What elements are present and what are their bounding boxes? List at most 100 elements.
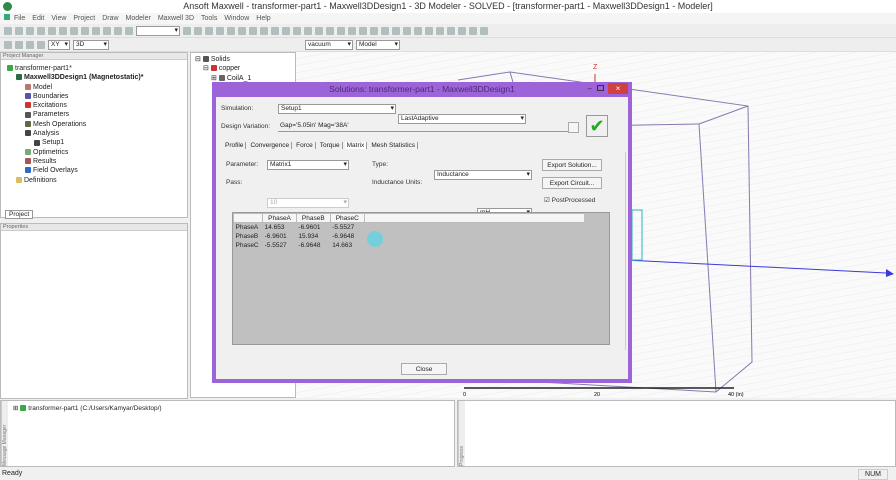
toolbar-icon[interactable] xyxy=(315,26,323,35)
tree-item[interactable]: Mesh Operations xyxy=(7,120,187,129)
tree-item[interactable]: Boundaries xyxy=(7,92,187,101)
toolbar-icon[interactable] xyxy=(92,26,100,35)
tab-matrix[interactable]: Matrix xyxy=(344,142,368,149)
toolbar-icon[interactable] xyxy=(37,40,45,49)
toolbar-icon[interactable] xyxy=(392,26,400,35)
tree-item[interactable]: Field Overlays xyxy=(7,166,187,175)
toolbar-icon[interactable] xyxy=(480,26,488,35)
tree-item[interactable]: Maxwell3DDesign1 (Magnetostatic)* xyxy=(7,73,187,82)
toolbar-icon[interactable] xyxy=(183,26,191,35)
toolbar-icon[interactable] xyxy=(249,26,257,35)
toolbar-icon[interactable] xyxy=(26,40,34,49)
export-solution-button[interactable]: Export Solution... xyxy=(542,159,602,171)
toolbar-icon[interactable] xyxy=(81,26,89,35)
toolbar-icon[interactable] xyxy=(70,26,78,35)
postprocessed-checkbox[interactable]: ☑ PostProcessed xyxy=(544,196,595,204)
toolbar-icon[interactable] xyxy=(381,26,389,35)
toolbar-icon[interactable] xyxy=(15,40,23,49)
material-select[interactable]: vacuum xyxy=(305,39,353,50)
message-item[interactable]: ⊞ transformer-part1 (C:/Users/Kamyar/Des… xyxy=(13,404,162,412)
menu-maxwell-3d[interactable]: Maxwell 3D xyxy=(158,15,194,22)
menu-draw[interactable]: Draw xyxy=(102,15,118,22)
tab-project[interactable]: Project xyxy=(5,210,34,219)
tab-torque[interactable]: Torque xyxy=(318,142,343,149)
toolbar-icon[interactable] xyxy=(26,26,34,35)
close-button[interactable]: Close xyxy=(401,363,447,375)
toolbar-icon[interactable] xyxy=(359,26,367,35)
toolbar-icon[interactable] xyxy=(48,26,56,35)
toolbar-icon[interactable] xyxy=(238,26,246,35)
toolbar-icon[interactable] xyxy=(337,26,345,35)
menu-project[interactable]: Project xyxy=(73,15,95,22)
plane-select[interactable]: XY xyxy=(48,39,70,50)
tree-item[interactable]: Parameters xyxy=(7,110,187,119)
toolbar-icon[interactable] xyxy=(37,26,45,35)
matrix-cell[interactable]: -5.5527 xyxy=(330,223,364,232)
toolbar-icon[interactable] xyxy=(205,26,213,35)
menu-modeler[interactable]: Modeler xyxy=(126,15,151,22)
toolbar-icon[interactable] xyxy=(403,26,411,35)
matrix-cell[interactable]: -6.9648 xyxy=(296,241,330,250)
toolbar-icon[interactable] xyxy=(414,26,422,35)
tree-item[interactable]: Excitations xyxy=(7,101,187,110)
matrix-cell[interactable]: -5.5527 xyxy=(263,241,297,250)
matrix-cell[interactable]: 14.663 xyxy=(330,241,364,250)
view-select[interactable]: 3D xyxy=(73,39,109,50)
type-select[interactable]: Inductance xyxy=(434,170,532,180)
minimize-button[interactable]: – xyxy=(588,84,592,93)
tree-item[interactable]: Analysis xyxy=(7,129,187,138)
toolbar-icon[interactable] xyxy=(282,26,290,35)
toolbar-icon[interactable] xyxy=(348,26,356,35)
maximize-button[interactable] xyxy=(597,85,604,91)
toolbar-icon[interactable] xyxy=(293,26,301,35)
toolbar-icon[interactable] xyxy=(447,26,455,35)
toolbar-icon[interactable] xyxy=(114,26,122,35)
toolbar-select[interactable] xyxy=(136,25,180,36)
toolbar-icon[interactable] xyxy=(4,40,12,49)
close-window-button[interactable]: × xyxy=(608,83,628,94)
tree-item-copper[interactable]: ⊟ copper xyxy=(195,64,295,73)
parameter-select[interactable]: Matrix1 xyxy=(267,160,349,170)
tree-item[interactable]: Model xyxy=(7,83,187,92)
tree-item-solids[interactable]: ⊟ Solids xyxy=(195,55,295,64)
toolbar-icon[interactable] xyxy=(59,26,67,35)
tree-item[interactable]: transformer-part1* xyxy=(7,64,187,73)
toolbar-icon[interactable] xyxy=(271,26,279,35)
matrix-cell[interactable]: 15.934 xyxy=(296,232,330,241)
export-circuit-button[interactable]: Export Circuit... xyxy=(542,177,602,189)
tab-force[interactable]: Force xyxy=(294,142,316,149)
tree-item[interactable]: Definitions xyxy=(7,176,187,185)
menu-window[interactable]: Window xyxy=(224,15,249,22)
variation-browse-button[interactable] xyxy=(568,122,579,133)
toolbar-icon[interactable] xyxy=(458,26,466,35)
toolbar-icon[interactable] xyxy=(326,26,334,35)
simulation-select[interactable]: Setup1 xyxy=(278,104,396,114)
toolbar-icon[interactable] xyxy=(15,26,23,35)
menu-view[interactable]: View xyxy=(51,15,66,22)
menu-file[interactable]: File xyxy=(14,15,25,22)
matrix-cell[interactable]: 14.653 xyxy=(263,223,297,232)
tree-item[interactable]: Optimetrics xyxy=(7,148,187,157)
tree-item[interactable]: Results xyxy=(7,157,187,166)
toolbar-icon[interactable] xyxy=(260,26,268,35)
mode-select[interactable]: Model xyxy=(356,39,400,50)
toolbar-icon[interactable] xyxy=(216,26,224,35)
menu-help[interactable]: Help xyxy=(256,15,270,22)
tab-profile[interactable]: Profile xyxy=(223,142,247,149)
toolbar-icon[interactable] xyxy=(370,26,378,35)
app-icon[interactable] xyxy=(3,2,12,11)
toolbar-icon[interactable] xyxy=(4,26,12,35)
matrix-cell[interactable]: -6.9601 xyxy=(263,232,297,241)
toolbar-icon[interactable] xyxy=(227,26,235,35)
tab-mesh-statistics[interactable]: Mesh Statistics xyxy=(369,142,419,149)
tree-item[interactable]: Setup1 xyxy=(7,138,187,147)
tab-convergence[interactable]: Convergence xyxy=(248,142,293,149)
toolbar-icon[interactable] xyxy=(469,26,477,35)
toolbar-icon[interactable] xyxy=(304,26,312,35)
matrix-cell[interactable]: -6.9648 xyxy=(330,232,364,241)
toolbar-icon[interactable] xyxy=(194,26,202,35)
toolbar-icon[interactable] xyxy=(425,26,433,35)
menu-tools[interactable]: Tools xyxy=(201,15,217,22)
toolbar-icon[interactable] xyxy=(125,26,133,35)
toolbar-icon[interactable] xyxy=(436,26,444,35)
